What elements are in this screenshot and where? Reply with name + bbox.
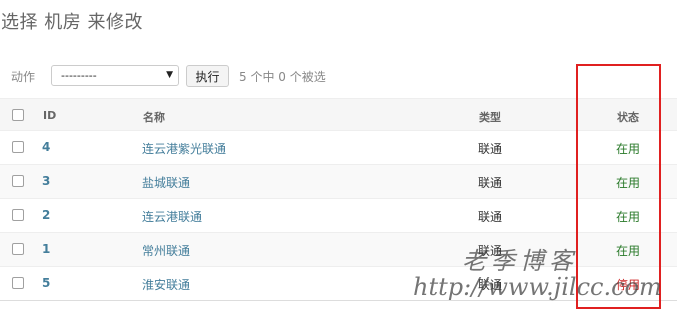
row-checkbox[interactable]	[12, 243, 24, 255]
actions-bar: 动作 --------- ▼ 执行 5 个中 0 个被选	[0, 63, 677, 89]
row-id-link[interactable]: 2	[42, 208, 50, 222]
row-checkbox[interactable]	[12, 141, 24, 153]
row-name-link[interactable]: 盐城联通	[142, 174, 190, 191]
column-header-name[interactable]: 名称	[143, 109, 165, 125]
table-header: ID 名称 类型 状态	[0, 98, 677, 131]
chevron-down-icon: ▼	[166, 70, 173, 80]
row-status: 在用	[616, 142, 641, 156]
row-status: 在用	[616, 210, 641, 224]
go-button[interactable]: 执行	[186, 65, 229, 87]
row-name-link[interactable]: 常州联通	[142, 242, 190, 259]
row-name-link[interactable]: 淮安联通	[142, 276, 190, 293]
row-id-link[interactable]: 4	[42, 140, 50, 154]
row-type: 联通	[478, 176, 503, 190]
action-label: 动作	[11, 70, 36, 84]
table-row: 3 盐城联通 联通 在用	[0, 165, 677, 199]
row-id-link[interactable]: 1	[42, 242, 50, 256]
column-header-type[interactable]: 类型	[479, 109, 501, 125]
row-checkbox[interactable]	[12, 209, 24, 221]
row-id-link[interactable]: 3	[42, 174, 50, 188]
row-name-link[interactable]: 连云港紫光联通	[142, 140, 226, 157]
watermark-url: http://www.jilcc.com	[413, 273, 662, 301]
row-id-link[interactable]: 5	[42, 276, 50, 290]
row-status: 在用	[616, 244, 641, 258]
page-title: 选择 机房 来修改	[1, 12, 143, 33]
row-type: 联通	[478, 142, 503, 156]
row-name-link[interactable]: 连云港联通	[142, 208, 202, 225]
selection-counter: 5 个中 0 个被选	[239, 70, 326, 84]
table-row: 2 连云港联通 联通 在用	[0, 199, 677, 233]
row-type: 联通	[478, 210, 503, 224]
row-checkbox[interactable]	[12, 175, 24, 187]
action-select[interactable]: --------- ▼	[51, 65, 179, 86]
select-all-checkbox[interactable]	[12, 109, 24, 121]
table-row: 4 连云港紫光联通 联通 在用	[0, 131, 677, 165]
row-checkbox[interactable]	[12, 277, 24, 289]
column-header-status[interactable]: 状态	[617, 109, 639, 125]
watermark-title: 老季博客	[462, 247, 578, 275]
action-select-value: ---------	[61, 69, 97, 82]
column-header-id[interactable]: ID	[43, 109, 56, 122]
row-status: 在用	[616, 176, 641, 190]
